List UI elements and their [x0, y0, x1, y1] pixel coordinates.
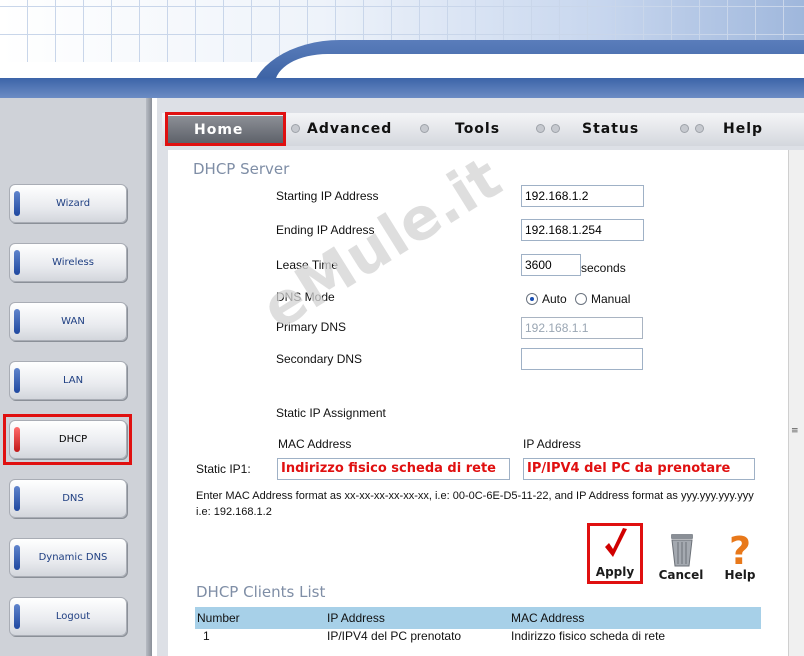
- sidebar-item-label: Logout: [55, 611, 91, 622]
- table-header-row: Number IP Address MAC Address: [195, 607, 761, 629]
- apply-button[interactable]: Apply: [589, 525, 641, 581]
- section-title-dhcp-server: DHCP Server: [193, 160, 290, 178]
- tab-home[interactable]: Home: [168, 116, 284, 144]
- sidebar-item-dhcp[interactable]: DHCP: [9, 420, 127, 459]
- sidebar-item-wizard[interactable]: Wizard: [9, 184, 127, 223]
- lease-time-unit: seconds: [581, 261, 626, 275]
- vertical-scrollbar[interactable]: ≡: [788, 150, 804, 656]
- sidebar-item-label: DHCP: [58, 434, 88, 445]
- table-cell-mac: Indirizzo fisico scheda di rete: [511, 629, 666, 643]
- secondary-dns-input[interactable]: [521, 348, 643, 370]
- sidebar-item-label: Wizard: [55, 198, 91, 209]
- tab-separator-icon: [536, 124, 545, 133]
- nav-tab-icon: [14, 427, 20, 452]
- column-header-mac: MAC Address: [509, 607, 761, 629]
- sidebar-item-wireless[interactable]: Wireless: [9, 243, 127, 282]
- nav-tab-icon: [14, 368, 20, 393]
- dns-mode-manual-label: Manual: [591, 292, 631, 306]
- tab-separator-icon: [551, 124, 560, 133]
- sidebar-item-logout[interactable]: Logout: [9, 597, 127, 636]
- dns-mode-manual-radio[interactable]: [575, 293, 587, 305]
- header-banner: [0, 0, 804, 100]
- starting-ip-input[interactable]: 192.168.1.2: [521, 185, 644, 207]
- clients-table: Number IP Address MAC Address 1 IP/IPV4 …: [195, 607, 761, 649]
- tab-tools[interactable]: Tools: [455, 113, 500, 146]
- sidebar-item-label: Wireless: [52, 257, 94, 268]
- tab-help[interactable]: Help: [723, 113, 763, 146]
- apply-label: Apply: [595, 565, 635, 579]
- table-cell-ip: IP/IPV4 del PC prenotato: [327, 629, 462, 643]
- svg-text:?: ?: [729, 529, 751, 568]
- column-header-ip: IP Address: [325, 607, 509, 629]
- ending-ip-input[interactable]: 192.168.1.254: [521, 219, 644, 241]
- help-button[interactable]: ? Help: [714, 528, 766, 584]
- mac-address-column: MAC Address: [278, 437, 352, 451]
- nav-tab-icon: [14, 250, 20, 275]
- nav-tab-icon: [14, 191, 20, 216]
- format-note: Enter MAC Address format as xx-xx-xx-xx-…: [196, 490, 754, 518]
- secondary-dns-label: Secondary DNS: [276, 352, 363, 366]
- help-label: Help: [724, 568, 756, 582]
- table-cell-number: 1: [203, 629, 210, 643]
- cancel-label: Cancel: [658, 568, 704, 582]
- tab-separator-icon: [291, 124, 300, 133]
- tab-separator-icon: [695, 124, 704, 133]
- sidebar-item-dynamic-dns[interactable]: Dynamic DNS: [9, 538, 127, 577]
- sidebar-item-label: DNS: [62, 493, 84, 504]
- sidebar-item-label: WAN: [61, 316, 85, 327]
- tab-advanced[interactable]: Advanced: [307, 113, 392, 146]
- sidebar-item-label: Dynamic DNS: [38, 552, 108, 563]
- tab-separator-icon: [420, 124, 429, 133]
- trash-can-icon: [671, 534, 693, 567]
- banner-bar: [0, 78, 804, 98]
- sidebar-edge: [146, 98, 152, 656]
- lease-time-input[interactable]: 3600: [521, 254, 581, 276]
- static-ip1-label: Static IP1:: [196, 462, 251, 476]
- sidebar-item-wan[interactable]: WAN: [9, 302, 127, 341]
- nav-tab-icon: [14, 486, 20, 511]
- primary-dns-input[interactable]: 192.168.1.1: [521, 317, 643, 339]
- column-header-number: Number: [195, 607, 325, 629]
- static-ip-input[interactable]: IP/IPV4 del PC da prenotare: [523, 458, 755, 480]
- scroll-grip-icon: ≡: [791, 426, 799, 436]
- lease-time-label: Lease Time: [276, 258, 339, 272]
- starting-ip-label: Starting IP Address: [276, 189, 379, 203]
- table-row: 1 IP/IPV4 del PC prenotato Indirizzo fis…: [195, 629, 761, 649]
- nav-tab-icon: [14, 604, 20, 629]
- static-mac-input[interactable]: Indirizzo fisico scheda di rete: [277, 458, 510, 480]
- nav-tab-icon: [14, 545, 20, 570]
- ending-ip-label: Ending IP Address: [276, 223, 375, 237]
- cancel-button[interactable]: Cancel: [655, 528, 707, 584]
- dns-mode-label: DNS Mode: [276, 290, 335, 304]
- dns-mode-auto-label: Auto: [542, 292, 567, 306]
- checkmark-icon: [605, 528, 627, 557]
- sidebar-item-label: LAN: [62, 375, 84, 386]
- ip-address-column: IP Address: [523, 437, 581, 451]
- question-mark-icon: ?: [729, 529, 751, 573]
- dns-mode-auto-radio[interactable]: [526, 293, 538, 305]
- primary-dns-label: Primary DNS: [276, 320, 347, 334]
- sidebar-item-dns[interactable]: DNS: [9, 479, 127, 518]
- sidebar-item-lan[interactable]: LAN: [9, 361, 127, 400]
- nav-tab-icon: [14, 309, 20, 334]
- section-title-clients: DHCP Clients List: [196, 583, 326, 601]
- tab-separator-icon: [680, 124, 689, 133]
- static-ip-heading: Static IP Assignment: [276, 406, 386, 420]
- tab-status[interactable]: Status: [582, 113, 639, 146]
